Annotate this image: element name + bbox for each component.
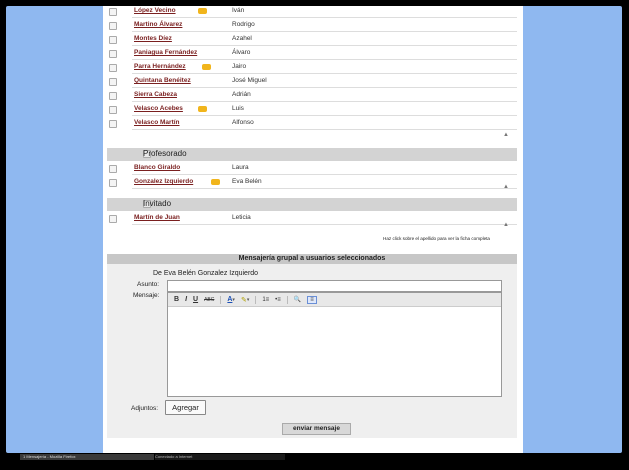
select-checkbox[interactable]	[109, 50, 117, 58]
surname-hint: Haz click sobre el apellido para ver la …	[383, 236, 490, 241]
scroll-top-arrow-icon[interactable]: ▲	[503, 222, 509, 228]
select-checkbox[interactable]	[109, 78, 117, 86]
first-name: Leticia	[232, 214, 251, 221]
section-title: Invitado	[143, 199, 172, 208]
find-icon[interactable]: 🔍	[294, 296, 301, 303]
italic-button[interactable]: I	[185, 296, 187, 303]
html-source-button[interactable]: ≡	[307, 295, 317, 304]
scroll-top-arrow-icon[interactable]: ▲	[503, 184, 509, 190]
messaging-badge-icon	[198, 8, 207, 14]
section-title: Profesorado	[143, 149, 187, 158]
surname-link[interactable]: Sierra Cabeza	[134, 91, 177, 98]
first-name: Azahel	[232, 35, 252, 42]
messaging-badge-icon	[211, 179, 220, 185]
add-attachment-button[interactable]: Agregar	[165, 400, 206, 415]
first-name: Álvaro	[232, 49, 251, 56]
message-label: Mensaje:	[133, 292, 160, 299]
first-name: Luis	[232, 105, 244, 112]
surname-link[interactable]: Parra Hernández	[134, 63, 186, 70]
messaging-badge-icon	[198, 106, 207, 112]
surname-link[interactable]: Montes Díez	[134, 35, 172, 42]
select-checkbox[interactable]	[109, 64, 117, 72]
underline-button[interactable]: U	[193, 296, 198, 303]
first-name: Adrián	[232, 91, 251, 98]
first-name: José Miguel	[232, 77, 267, 84]
ordered-list-button[interactable]: 1≡	[262, 297, 269, 303]
browser-viewport: López Vecino Iván Martino Álvarez Rodrig…	[6, 6, 622, 453]
group-messaging-panel: Mensajería grupal a usuarios seleccionad…	[107, 254, 517, 438]
taskbar-item[interactable]: 1 Mensajería - Mozilla Firefox	[20, 454, 154, 460]
select-checkbox[interactable]	[109, 8, 117, 16]
messaging-header: Mensajería grupal a usuarios seleccionad…	[107, 254, 517, 264]
first-name: Eva Belén	[232, 178, 262, 185]
select-checkbox[interactable]	[109, 120, 117, 128]
subject-input[interactable]	[167, 280, 502, 292]
surname-link[interactable]: Gonzalez Izquierdo	[134, 178, 193, 185]
surname-link[interactable]: Velasco Acebes	[134, 105, 183, 112]
first-name: Alfonso	[232, 119, 254, 126]
surname-link[interactable]: Paniagua Fernández	[134, 49, 197, 56]
unordered-list-button[interactable]: •≡	[275, 297, 281, 303]
section-header-invitado: Invitado	[107, 198, 517, 211]
strikethrough-button[interactable]: ABC	[204, 297, 214, 303]
first-name: Iván	[232, 7, 245, 14]
select-checkbox[interactable]	[109, 165, 117, 173]
select-checkbox[interactable]	[109, 92, 117, 100]
surname-link[interactable]: Quintana Benéitez	[134, 77, 191, 84]
first-name: Rodrigo	[232, 21, 255, 28]
select-checkbox[interactable]	[109, 106, 117, 114]
editor-toolbar: B I U ABC A ▾ ✎ ▾ 1≡ •≡ 🔍 ≡	[168, 293, 501, 307]
subject-label: Asunto:	[137, 281, 160, 288]
content-page: López Vecino Iván Martino Álvarez Rodrig…	[103, 6, 523, 453]
surname-link[interactable]: Velasco Martín	[134, 119, 180, 126]
surname-link[interactable]: López Vecino	[134, 7, 176, 14]
status-text: Conectado a Internet	[155, 454, 285, 460]
select-checkbox[interactable]	[109, 36, 117, 44]
section-header-profesorado: Profesorado	[107, 148, 517, 161]
surname-link[interactable]: Martino Álvarez	[134, 21, 182, 28]
attachments-label: Adjuntos:	[131, 405, 159, 412]
first-name: Laura	[232, 164, 249, 171]
bold-button[interactable]: B	[174, 296, 179, 303]
scroll-top-arrow-icon[interactable]: ▲	[503, 132, 509, 138]
select-checkbox[interactable]	[109, 22, 117, 30]
select-checkbox[interactable]	[109, 179, 117, 187]
sender-label: De Eva Belén Gonzalez Izquierdo	[153, 270, 259, 277]
first-name: Jairo	[232, 63, 247, 70]
message-editor[interactable]: B I U ABC A ▾ ✎ ▾ 1≡ •≡ 🔍 ≡	[167, 292, 502, 397]
send-message-button[interactable]: enviar mensaje	[282, 423, 351, 435]
messaging-badge-icon	[202, 64, 211, 70]
surname-link[interactable]: Blanco Giraldo	[134, 164, 180, 171]
select-checkbox[interactable]	[109, 215, 117, 223]
surname-link[interactable]: Martín de Juan	[134, 214, 180, 221]
